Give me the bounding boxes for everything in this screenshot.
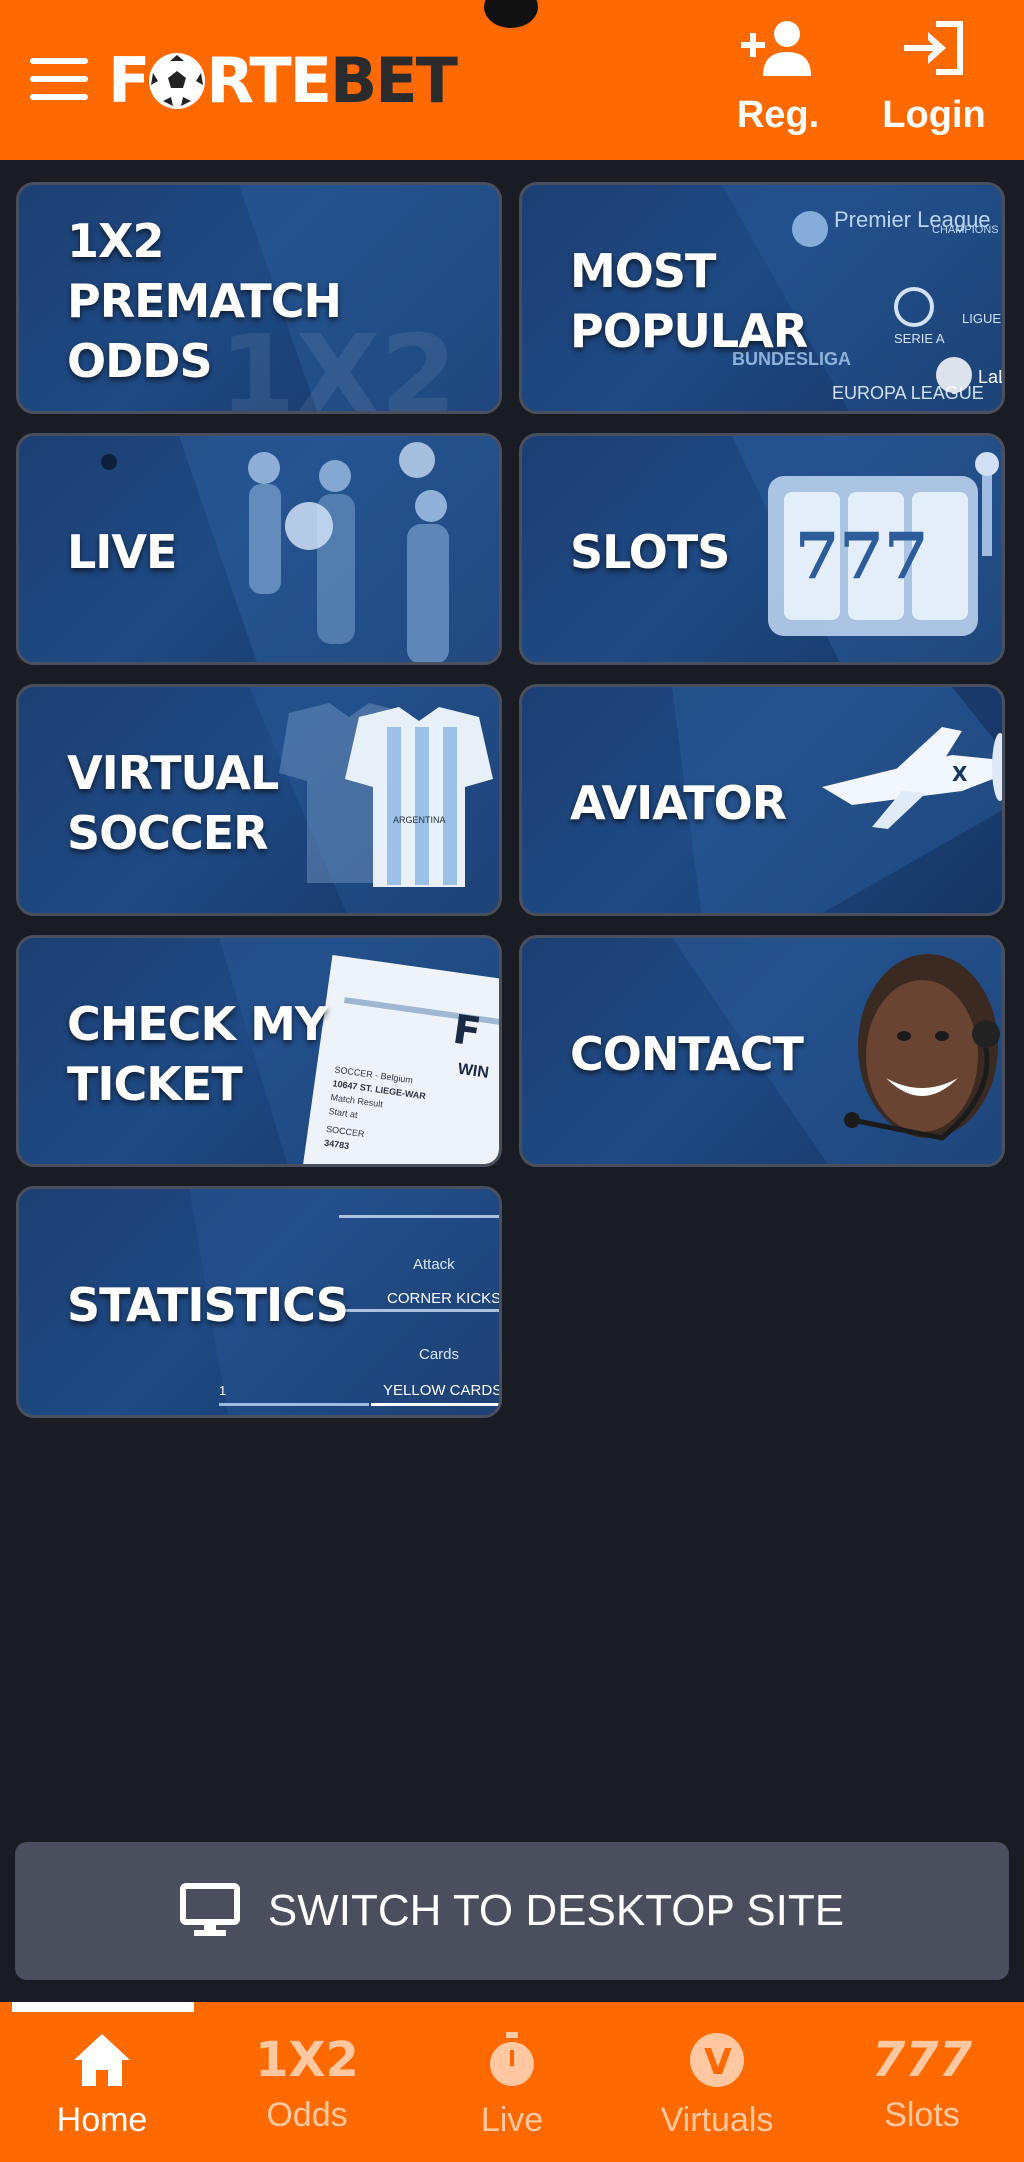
virtuals-v-icon: V <box>690 2033 744 2087</box>
nav-odds[interactable]: 1X2 Odds <box>217 2032 397 2135</box>
menu-icon[interactable] <box>30 58 88 102</box>
svg-text:LaLiga: LaLiga <box>978 367 1005 387</box>
svg-text:1: 1 <box>219 1383 226 1398</box>
svg-text:CORNER KICKS: CORNER KICKS <box>387 1290 501 1307</box>
nav-slots-label: Slots <box>884 2096 960 2134</box>
laliga-icon <box>936 357 972 393</box>
nav-live[interactable]: Live <box>422 2032 602 2140</box>
login-button[interactable]: Login <box>878 20 990 137</box>
tile-contact[interactable]: CONTACT <box>519 935 1005 1167</box>
tile-virtual-soccer[interactable]: ARGENTINA VIRTUAL SOCCER <box>16 684 502 916</box>
tile-title-line3: ODDS <box>67 334 213 388</box>
camera-notch <box>484 0 538 28</box>
tile-statistics[interactable]: Attack CORNER KICKS Cards 1 YELLOW CARDS… <box>16 1186 502 1418</box>
nav-home-label: Home <box>56 2101 148 2139</box>
tile-title-line1: CHECK MY <box>67 997 328 1051</box>
svg-text:SERIE A: SERIE A <box>894 331 945 346</box>
svg-text:Cards: Cards <box>419 1346 459 1363</box>
tile-title-line1: VIRTUAL <box>67 746 279 800</box>
top-header: F RTE BET Reg. Login <box>0 0 1024 160</box>
tile-1x2-prematch-odds[interactable]: 1X2 1X2 PREMATCH ODDS <box>16 182 502 414</box>
svg-text:777: 777 <box>795 519 929 594</box>
svg-text:LIGUE 1: LIGUE 1 <box>962 311 1005 326</box>
tile-title-line1: SLOTS <box>570 525 730 579</box>
svg-text:X: X <box>952 762 968 786</box>
fortebet-logo[interactable]: F RTE BET <box>108 46 458 116</box>
tile-title-line1: LIVE <box>67 525 177 579</box>
register-button[interactable]: Reg. <box>728 20 828 137</box>
tile-check-my-ticket[interactable]: F WIN SOCCER - Belgium 10647 ST. LIEGE-W… <box>16 935 502 1167</box>
nav-virtuals[interactable]: V Virtuals <box>627 2032 807 2140</box>
tile-title-line2: TICKET <box>67 1057 243 1111</box>
tile-title-line1: 1X2 <box>67 214 164 268</box>
svg-text:V: V <box>704 2042 732 2083</box>
switch-to-desktop-button[interactable]: SWITCH TO DESKTOP SITE <box>15 1842 1009 1980</box>
login-label: Login <box>882 94 986 136</box>
tile-title-line1: STATISTICS <box>67 1278 349 1332</box>
odds-1x2-icon: 1X2 <box>255 2032 359 2088</box>
tile-slots[interactable]: 777 SLOTS <box>519 433 1005 665</box>
register-label: Reg. <box>736 94 820 136</box>
bottom-navigation: Home 1X2 Odds Live V Virtuals 777 Slots <box>0 2002 1024 2162</box>
home-icon <box>74 2034 130 2086</box>
stopwatch-icon <box>490 2032 534 2086</box>
nav-home[interactable]: Home <box>12 2032 192 2140</box>
tile-title-line2: POPULAR <box>570 304 808 358</box>
tile-title-line1: MOST <box>570 244 716 298</box>
soccer-ball-icon <box>149 53 206 109</box>
switch-to-desktop-label: SWITCH TO DESKTOP SITE <box>267 1886 845 1935</box>
nav-live-label: Live <box>480 2101 544 2139</box>
login-icon <box>904 21 963 75</box>
tile-most-popular[interactable]: Premier League CHAMPIONS LEAGUE SERIE A … <box>519 182 1005 414</box>
nav-odds-label: Odds <box>266 2096 348 2134</box>
nav-virtuals-label: Virtuals <box>660 2101 774 2139</box>
svg-text:Attack: Attack <box>413 1256 455 1273</box>
active-tab-indicator <box>12 2002 194 2012</box>
tile-aviator[interactable]: X AVIATOR <box>519 684 1005 916</box>
add-user-icon <box>741 21 811 76</box>
tile-title-line1: AVIATOR <box>570 776 787 830</box>
tile-title-line1: CONTACT <box>570 1027 804 1081</box>
slots-777-icon: 777 <box>871 2032 973 2088</box>
tile-title-line2: SOCCER <box>67 806 269 860</box>
svg-text:CHAMPIONS LEAGUE: CHAMPIONS LEAGUE <box>932 224 1005 236</box>
tile-title-line2: PREMATCH <box>67 274 342 328</box>
svg-text:YELLOW CARDS: YELLOW CARDS <box>383 1382 502 1399</box>
svg-text:ARGENTINA: ARGENTINA <box>393 815 446 825</box>
nav-slots[interactable]: 777 Slots <box>832 2032 1012 2135</box>
tile-live[interactable]: LIVE <box>16 433 502 665</box>
monitor-icon <box>179 1883 240 1936</box>
